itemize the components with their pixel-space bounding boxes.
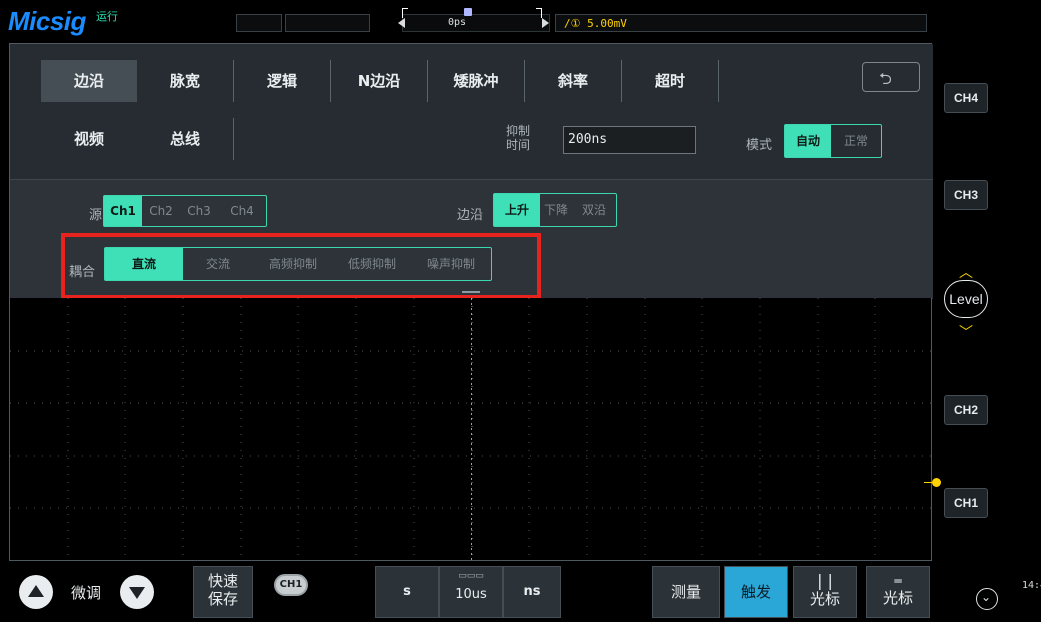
holdoff-input[interactable]: 200ns — [563, 126, 696, 154]
tab-edge[interactable]: 边沿 — [41, 60, 137, 102]
waveform-grid — [10, 298, 933, 561]
scroll-left-icon[interactable] — [398, 18, 405, 28]
trigger-type-section: 边沿 脉宽 逻辑 N边沿 矮脉冲 斜率 超时 视频 总线 ⮌ 抑制 时间 200… — [10, 44, 933, 179]
ch1-button[interactable]: CH1 — [944, 488, 988, 518]
mode-normal-option[interactable]: 正常 — [831, 125, 881, 157]
vertical-cursor-button[interactable]: | | 光标 — [793, 566, 857, 618]
tab-pulse-width[interactable]: 脉宽 — [137, 60, 233, 102]
status-slot-2 — [285, 14, 370, 32]
highlight-box — [61, 233, 541, 299]
level-down-icon[interactable]: ﹀ — [959, 322, 973, 342]
up-triangle-icon — [28, 585, 44, 597]
run-state-label[interactable]: 运行 — [96, 8, 118, 24]
ch4-button[interactable]: CH4 — [944, 83, 988, 113]
tab-timeout[interactable]: 超时 — [622, 60, 718, 102]
ch3-button[interactable]: CH3 — [944, 180, 988, 210]
ch1-pill-icon[interactable]: CH1 — [274, 574, 308, 596]
tab-slope[interactable]: 斜率 — [525, 60, 621, 102]
edge-rising-option[interactable]: 上升 — [494, 194, 540, 226]
timebase-display[interactable]: ▭▭▭ 10us — [439, 566, 503, 618]
trigger-button[interactable]: 触发 — [724, 566, 788, 618]
fine-adjust-label: 微调 — [71, 584, 102, 602]
ruler-icon: ▭▭▭ — [458, 571, 484, 581]
holdoff-label: 抑制 时间 — [506, 124, 531, 152]
bottom-toolbar: 微调 快速 保存 CH1 s ▭▭▭ 10us ns 测量 触发 | | 光标 … — [0, 562, 1041, 622]
horizontal-cursor-button[interactable]: ═ 光标 — [866, 566, 930, 618]
tab-video[interactable]: 视频 — [41, 118, 137, 160]
collapse-menu-icon[interactable]: ⌄ — [976, 588, 998, 610]
fine-down-button[interactable] — [120, 575, 154, 609]
trigger-params-section: 源 Ch1 Ch2 Ch3 Ch4 边沿 上升 下降 双沿 耦合 直流 交流 高… — [10, 179, 933, 299]
clock-time: 14:4 — [1022, 580, 1041, 591]
status-slot-1 — [236, 14, 282, 32]
mode-auto-option[interactable]: 自动 — [785, 125, 831, 157]
top-status-bar: Micsig 运行 0ps /① 5.00mV — [0, 0, 1041, 36]
horizontal-position-control[interactable]: 0ps — [398, 8, 550, 32]
tab-n-edge[interactable]: N边沿 — [331, 60, 427, 102]
edge-selector: 上升 下降 双沿 — [493, 193, 617, 227]
time-offset-value: 0ps — [448, 17, 467, 28]
trigger-info-value: /① 5.00mV — [564, 17, 627, 30]
waveform-display[interactable] — [9, 298, 933, 561]
tab-logic[interactable]: 逻辑 — [234, 60, 330, 102]
vertical-cursor-icon: | | — [817, 571, 833, 590]
back-arrow-icon: ⮌ — [879, 69, 892, 88]
unit-s-button[interactable]: s — [375, 566, 439, 618]
mode-selector: 自动 正常 — [784, 124, 882, 158]
brand-logo: Micsig — [8, 6, 86, 36]
level-up-icon[interactable]: ︿ — [959, 262, 973, 282]
trigger-info-box[interactable]: /① 5.00mV — [555, 14, 927, 32]
trigger-settings-panel: 边沿 脉宽 逻辑 N边沿 矮脉冲 斜率 超时 视频 总线 ⮌ 抑制 时间 200… — [9, 43, 933, 299]
source-ch1-option[interactable]: Ch1 — [104, 196, 142, 226]
mode-label: 模式 — [746, 138, 773, 153]
fine-up-button[interactable] — [19, 575, 53, 609]
source-ch4-option[interactable]: Ch4 — [218, 196, 266, 226]
source-ch2-option[interactable]: Ch2 — [142, 196, 180, 226]
down-triangle-icon — [129, 587, 145, 599]
measure-button[interactable]: 测量 — [652, 566, 720, 618]
source-selector: Ch1 Ch2 Ch3 Ch4 — [103, 195, 267, 227]
trigger-position-marker-icon[interactable] — [464, 8, 472, 16]
source-ch3-option[interactable]: Ch3 — [180, 196, 218, 226]
quick-save-button[interactable]: 快速 保存 — [193, 566, 253, 618]
panel-drag-handle[interactable] — [462, 291, 480, 293]
edge-label: 边沿 — [457, 208, 484, 223]
back-button[interactable]: ⮌ — [862, 62, 920, 92]
trigger-level-marker-icon[interactable] — [924, 477, 941, 489]
ch2-button[interactable]: CH2 — [944, 395, 988, 425]
source-label: 源 — [89, 208, 103, 223]
scroll-right-icon[interactable] — [542, 18, 549, 28]
tab-bus[interactable]: 总线 — [137, 118, 233, 160]
unit-ns-button[interactable]: ns — [503, 566, 561, 618]
level-knob[interactable]: Level — [944, 280, 988, 318]
edge-both-option[interactable]: 双沿 — [572, 194, 616, 226]
edge-falling-option[interactable]: 下降 — [540, 194, 572, 226]
tab-runt[interactable]: 矮脉冲 — [428, 60, 524, 102]
timebase-value: 10us — [455, 587, 487, 602]
horizontal-cursor-icon: ═ — [894, 574, 902, 588]
